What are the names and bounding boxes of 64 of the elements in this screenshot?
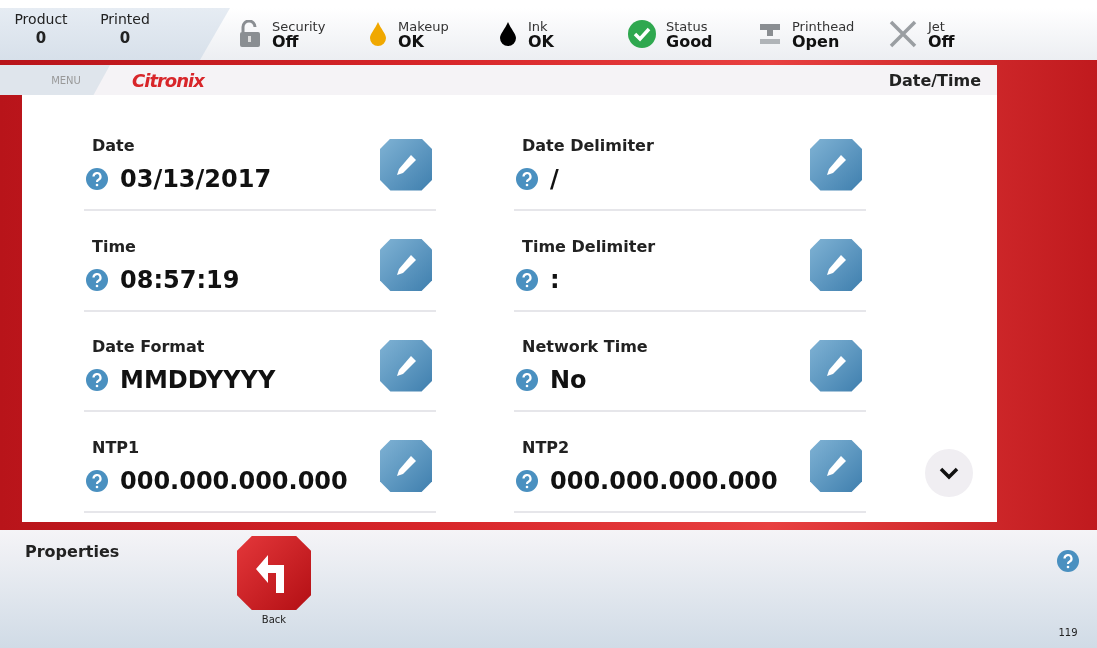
logo: Citronix: [132, 69, 204, 91]
help-icon[interactable]: [86, 469, 108, 492]
counter-value: 0: [35, 29, 47, 47]
edit-button[interactable]: [380, 339, 432, 392]
indicator-label: Makeup: [398, 19, 449, 34]
back-label: Back: [261, 614, 287, 625]
field-value: 08:57:19: [120, 265, 240, 294]
counter-label: Printed: [100, 11, 150, 27]
field-label: NTP2: [522, 437, 571, 457]
menu-tab[interactable]: MENU: [0, 65, 110, 95]
help-icon[interactable]: [86, 168, 108, 190]
field-value: MMDDYYYY: [120, 366, 276, 394]
back-button[interactable]: [237, 536, 311, 610]
edit-button[interactable]: [380, 239, 432, 291]
printhead-icon: [758, 22, 782, 46]
help-icon[interactable]: [86, 369, 108, 391]
field-label: Date Delimiter: [522, 136, 654, 155]
edit-button[interactable]: [810, 440, 862, 492]
field-label: Time: [92, 236, 137, 256]
edit-button[interactable]: [380, 440, 432, 492]
field-label: Time Delimiter: [522, 236, 656, 256]
field-label: Date: [92, 136, 136, 155]
help-icon[interactable]: [86, 268, 108, 291]
edit-button[interactable]: [380, 138, 432, 191]
padlock-icon: [238, 20, 262, 48]
indicator-value: Off: [272, 34, 299, 49]
field-value: No: [550, 366, 587, 394]
indicator-label: Status: [666, 19, 709, 34]
indicator-label: Ink: [528, 19, 549, 34]
field-label: NTP1: [92, 437, 141, 457]
drop-icon: [498, 21, 518, 47]
counter-value: 0: [119, 29, 131, 47]
indicator-label: Jet: [928, 19, 945, 34]
help-icon[interactable]: [516, 469, 538, 492]
chevron-down-icon: [938, 466, 960, 480]
indicator-value: Off: [928, 34, 955, 49]
cross-icon: [888, 19, 918, 49]
field-value: 000.000.000.000: [550, 466, 778, 495]
field-label: Date Format: [92, 337, 206, 356]
counter-label: Product: [14, 11, 68, 27]
field-value: 03/13/2017: [120, 165, 272, 193]
page-number: 119: [1058, 627, 1078, 638]
help-icon[interactable]: [516, 268, 538, 291]
page-title: Date/Time: [888, 70, 981, 90]
drop-icon: [368, 21, 388, 47]
field-value: 000.000.000.000: [120, 466, 348, 495]
indicator-label: Printhead: [792, 19, 855, 34]
indicator-value: OK: [398, 34, 424, 49]
help-icon[interactable]: [516, 168, 538, 190]
edit-button[interactable]: [810, 339, 862, 392]
help-icon[interactable]: [1057, 550, 1079, 572]
check-icon: [628, 20, 656, 48]
indicator-label: Security: [272, 19, 326, 34]
edit-button[interactable]: [810, 239, 862, 291]
field-value: /: [550, 165, 559, 193]
scroll-down-button[interactable]: [925, 449, 973, 497]
edit-button[interactable]: [810, 138, 862, 191]
field-label: Network Time: [522, 337, 648, 356]
indicator-value: Open: [792, 34, 841, 49]
field-value: :: [550, 265, 560, 294]
indicator-value: Good: [666, 34, 713, 49]
section-title: Properties: [25, 542, 121, 563]
indicator-value: OK: [528, 34, 554, 49]
help-icon[interactable]: [516, 369, 538, 391]
